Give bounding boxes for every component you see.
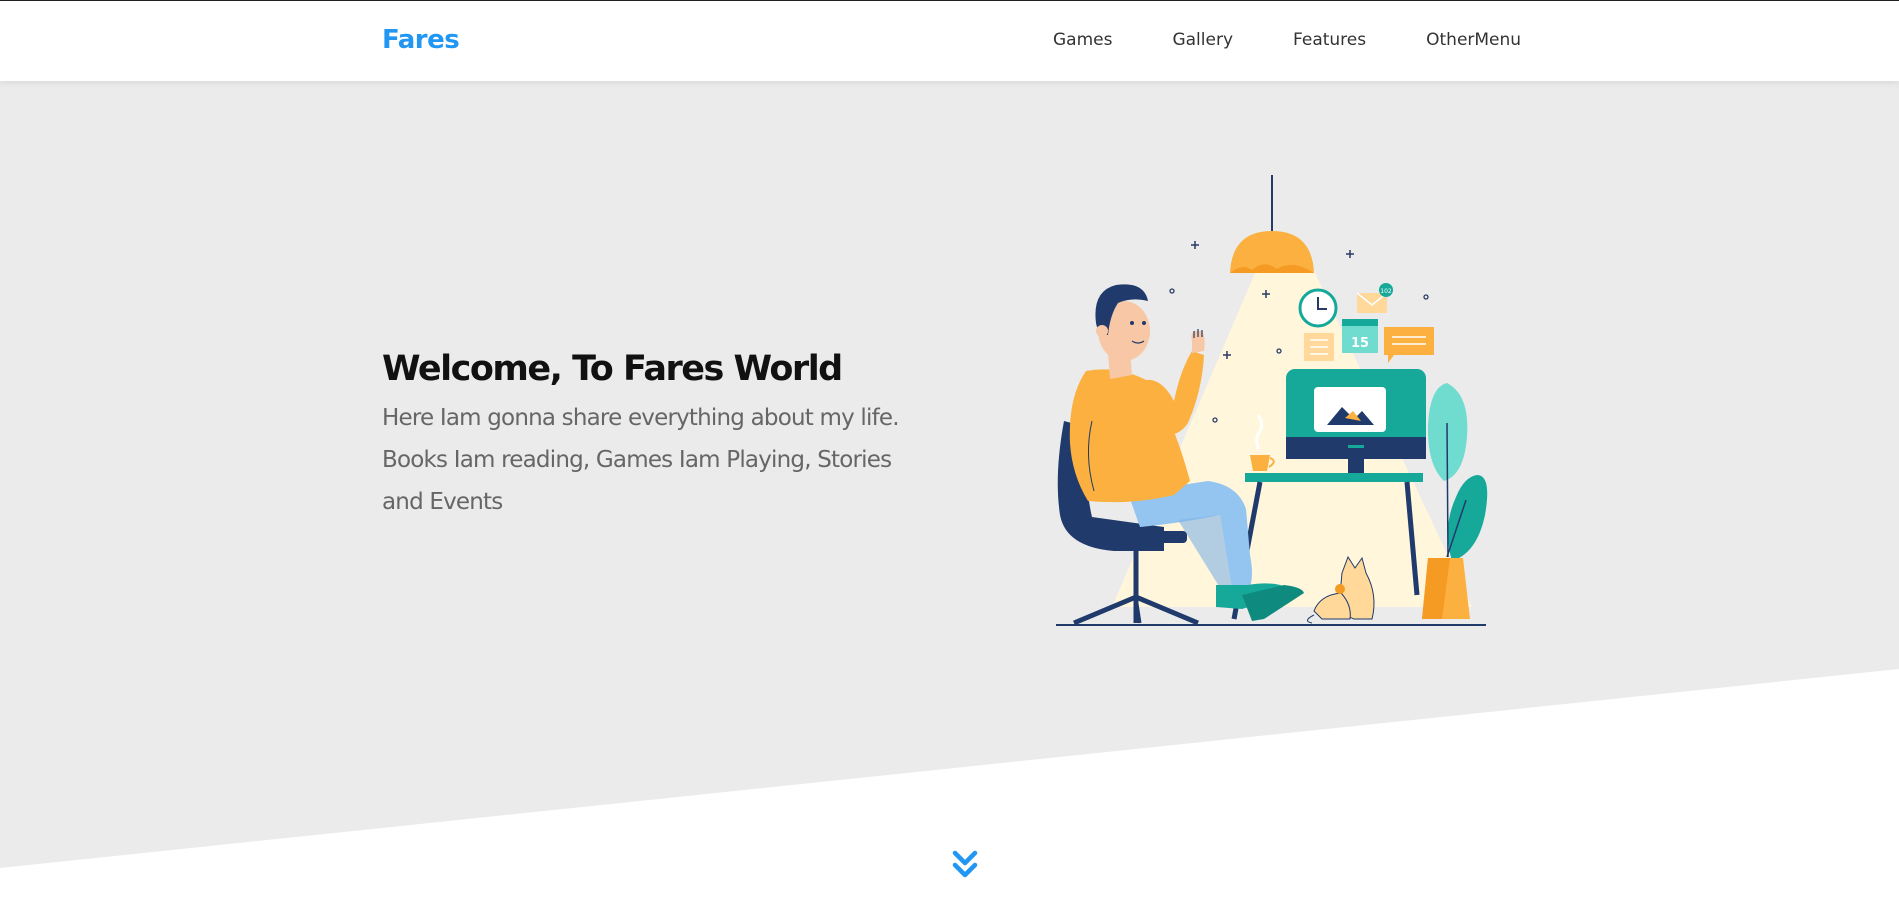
calendar-day: 15 — [1351, 336, 1369, 351]
notification-badge: 102 — [1380, 288, 1392, 295]
hero-description: Here Iam gonna share everything about my… — [382, 404, 900, 515]
nav-item-othermenu[interactable]: OtherMenu — [1426, 30, 1521, 50]
main-nav: Games Gallery Features OtherMenu — [1053, 30, 1521, 50]
hero-section: Welcome, To Fares World Here Iam gonna s… — [0, 81, 1899, 911]
nav-item-features[interactable]: Features — [1293, 30, 1366, 50]
person-at-desk-illustration: 102 15 — [1056, 175, 1488, 626]
hero-diagonal-background — [0, 81, 1899, 868]
brand-logo[interactable]: Fares — [382, 25, 460, 55]
hero-text-block: Welcome, To Fares World Here Iam gonna s… — [382, 347, 902, 523]
navbar: Fares Games Gallery Features OtherMenu — [0, 1, 1899, 81]
nav-item-gallery[interactable]: Gallery — [1172, 30, 1233, 50]
nav-item-games[interactable]: Games — [1053, 30, 1112, 50]
hero-title: Welcome, To Fares World — [382, 349, 843, 389]
double-chevron-down-icon[interactable] — [950, 849, 980, 881]
